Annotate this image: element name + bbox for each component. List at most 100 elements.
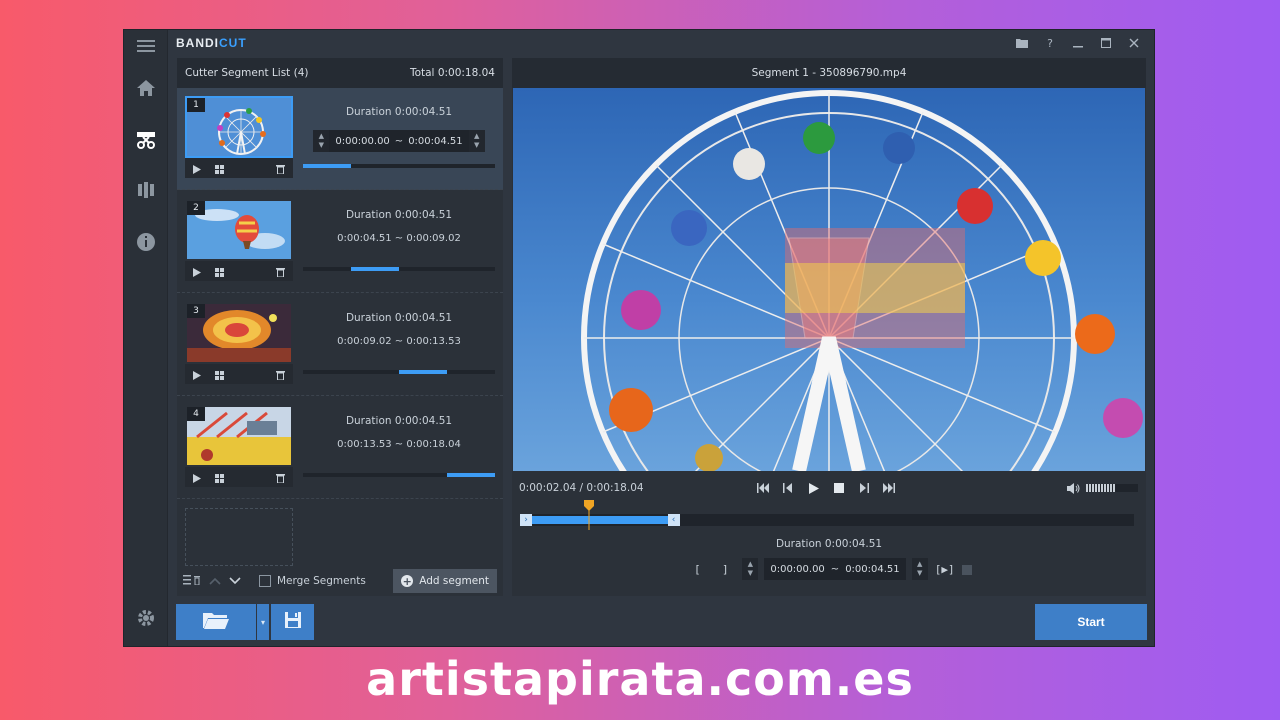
timeline-selection: [520, 516, 674, 524]
grid-icon[interactable]: [215, 365, 224, 384]
settings-icon[interactable]: [132, 604, 160, 632]
grid-icon[interactable]: [215, 468, 224, 487]
segment-progress-track: [303, 267, 495, 271]
preview-panel: Segment 1 - 350896790.mp4 0:00:02.04 / 0…: [512, 58, 1146, 596]
chevron-down-icon[interactable]: [229, 575, 241, 588]
segment-range: 0:00:09.02 ~ 0:00:13.53: [337, 336, 461, 347]
segment-range-input[interactable]: 0:00:00.00 ~ 0:00:04.51: [329, 130, 469, 152]
selection-start-handle[interactable]: ›: [520, 514, 532, 526]
segment-range-editor: ▲ ▼ 0:00:00.00 ~ 0:00:04.51 ▲ ▼: [303, 130, 495, 152]
segment-number: 3: [187, 304, 205, 318]
selection-duration: Duration 0:00:04.51: [775, 538, 883, 550]
selection-end-handle[interactable]: ‹: [667, 514, 680, 526]
segment-progress-track: [303, 164, 495, 168]
next-segment-icon[interactable]: [882, 482, 895, 495]
segment-item-1[interactable]: 1 Duration 0:00:04.51 ▲ ▼ 0:00:00.00 ~ 0…: [177, 88, 503, 190]
open-file-button[interactable]: [176, 604, 256, 640]
end-spinner[interactable]: ▲ ▼: [911, 558, 928, 580]
set-end-icon[interactable]: ]: [714, 563, 736, 576]
end-spinner[interactable]: ▲ ▼: [468, 130, 485, 152]
segment-number: 2: [187, 201, 205, 215]
previous-segment-icon[interactable]: [757, 482, 770, 495]
segment-thumbnail[interactable]: 2: [185, 199, 293, 261]
stop-selection-icon[interactable]: [961, 560, 972, 579]
segment-thumbnail[interactable]: 1: [185, 96, 293, 158]
add-segment-button[interactable]: + Add segment: [393, 569, 497, 593]
step-forward-icon[interactable]: [857, 482, 870, 495]
playhead-marker[interactable]: [584, 500, 595, 530]
segment-progress-track: [303, 473, 495, 477]
step-back-icon[interactable]: [782, 482, 795, 495]
range-end: 0:00:04.51: [408, 135, 463, 147]
segment-range: 0:00:13.53 ~ 0:00:18.04: [337, 439, 461, 450]
merge-icon[interactable]: [132, 176, 160, 204]
preview-title: Segment 1 - 350896790.mp4: [512, 58, 1146, 88]
speaker-icon[interactable]: [1067, 479, 1081, 498]
folder-icon[interactable]: [1008, 31, 1036, 55]
bandicut-window: BANDICUT ? Cutter Segment List (4) Total…: [123, 29, 1155, 647]
left-rail: [124, 30, 168, 646]
segment-item-3[interactable]: 3 Duration 0:00:04.51 0:00:09.02 ~ 0:00:…: [177, 294, 503, 396]
volume-slider[interactable]: [1086, 484, 1138, 492]
save-button[interactable]: [271, 604, 314, 640]
start-spinner[interactable]: ▲ ▼: [742, 558, 759, 580]
segment-progress-track: [303, 370, 495, 374]
play-icon[interactable]: [193, 262, 201, 281]
segment-list: 1 Duration 0:00:04.51 ▲ ▼ 0:00:00.00 ~ 0…: [177, 88, 503, 566]
range-start: 0:00:00.00: [335, 135, 390, 147]
grid-icon[interactable]: [215, 262, 224, 281]
segment-progress-fill: [303, 164, 351, 168]
home-icon[interactable]: [132, 74, 160, 102]
merge-segments-checkbox[interactable]: [259, 575, 271, 587]
start-spinner[interactable]: ▲ ▼: [313, 130, 330, 152]
segment-thumbnail[interactable]: 4: [185, 405, 293, 467]
segment-duration: Duration 0:00:04.51: [345, 415, 453, 427]
segment-number: 4: [187, 407, 205, 421]
timeline-track[interactable]: › ‹: [520, 500, 1134, 530]
maximize-icon[interactable]: [1092, 31, 1120, 55]
trash-icon[interactable]: [276, 468, 285, 487]
segment-duration: Duration 0:00:04.51: [345, 209, 453, 221]
window-controls: ?: [1008, 30, 1148, 56]
play-icon[interactable]: [193, 159, 201, 178]
play-icon[interactable]: [193, 468, 201, 487]
help-icon[interactable]: ?: [1036, 31, 1064, 55]
save-icon: [284, 611, 302, 633]
merge-segments-toggle[interactable]: Merge Segments: [259, 575, 366, 587]
merge-segments-label: Merge Segments: [277, 575, 366, 587]
menu-icon[interactable]: [132, 32, 160, 60]
selection-separator: ~: [830, 563, 840, 575]
open-dropdown-button[interactable]: ▾: [257, 604, 269, 640]
set-start-icon[interactable]: [: [686, 563, 708, 576]
segment-item-2[interactable]: 2 Duration 0:00:04.51 0:00:04.51 ~ 0:00:…: [177, 191, 503, 293]
volume-level: [1086, 484, 1115, 492]
grid-icon[interactable]: [215, 159, 224, 178]
list-delete-icon[interactable]: [183, 574, 201, 588]
minimize-icon[interactable]: [1064, 31, 1092, 55]
trash-icon[interactable]: [276, 159, 285, 178]
empty-segment-slot[interactable]: [185, 508, 293, 566]
selection-range-input[interactable]: 0:00:00.00 ~ 0:00:04.51: [764, 558, 906, 580]
play-icon[interactable]: [193, 365, 201, 384]
segment-thumbnail[interactable]: 3: [185, 302, 293, 364]
play-button[interactable]: [807, 482, 820, 495]
range-separator: ~: [394, 135, 404, 147]
segment-number: 1: [187, 98, 205, 112]
segment-list-title: Cutter Segment List (4): [185, 67, 309, 79]
segment-item-4[interactable]: 4 Duration 0:00:04.51 0:00:13.53 ~ 0:00:…: [177, 397, 503, 499]
trash-icon[interactable]: [276, 365, 285, 384]
chevron-up-icon[interactable]: [209, 575, 221, 588]
info-icon[interactable]: [132, 228, 160, 256]
start-button[interactable]: Start: [1035, 604, 1147, 640]
cutter-icon[interactable]: [132, 126, 160, 154]
segment-controls: [185, 467, 293, 487]
segment-controls: [185, 158, 293, 178]
plus-icon: +: [401, 574, 414, 588]
segment-progress-fill: [399, 370, 447, 374]
stop-button[interactable]: [832, 482, 845, 495]
close-icon[interactable]: [1120, 31, 1148, 55]
volume-control[interactable]: [1067, 479, 1138, 498]
play-selection-icon[interactable]: [▶]: [934, 563, 956, 576]
video-preview[interactable]: [513, 88, 1145, 471]
trash-icon[interactable]: [276, 262, 285, 281]
